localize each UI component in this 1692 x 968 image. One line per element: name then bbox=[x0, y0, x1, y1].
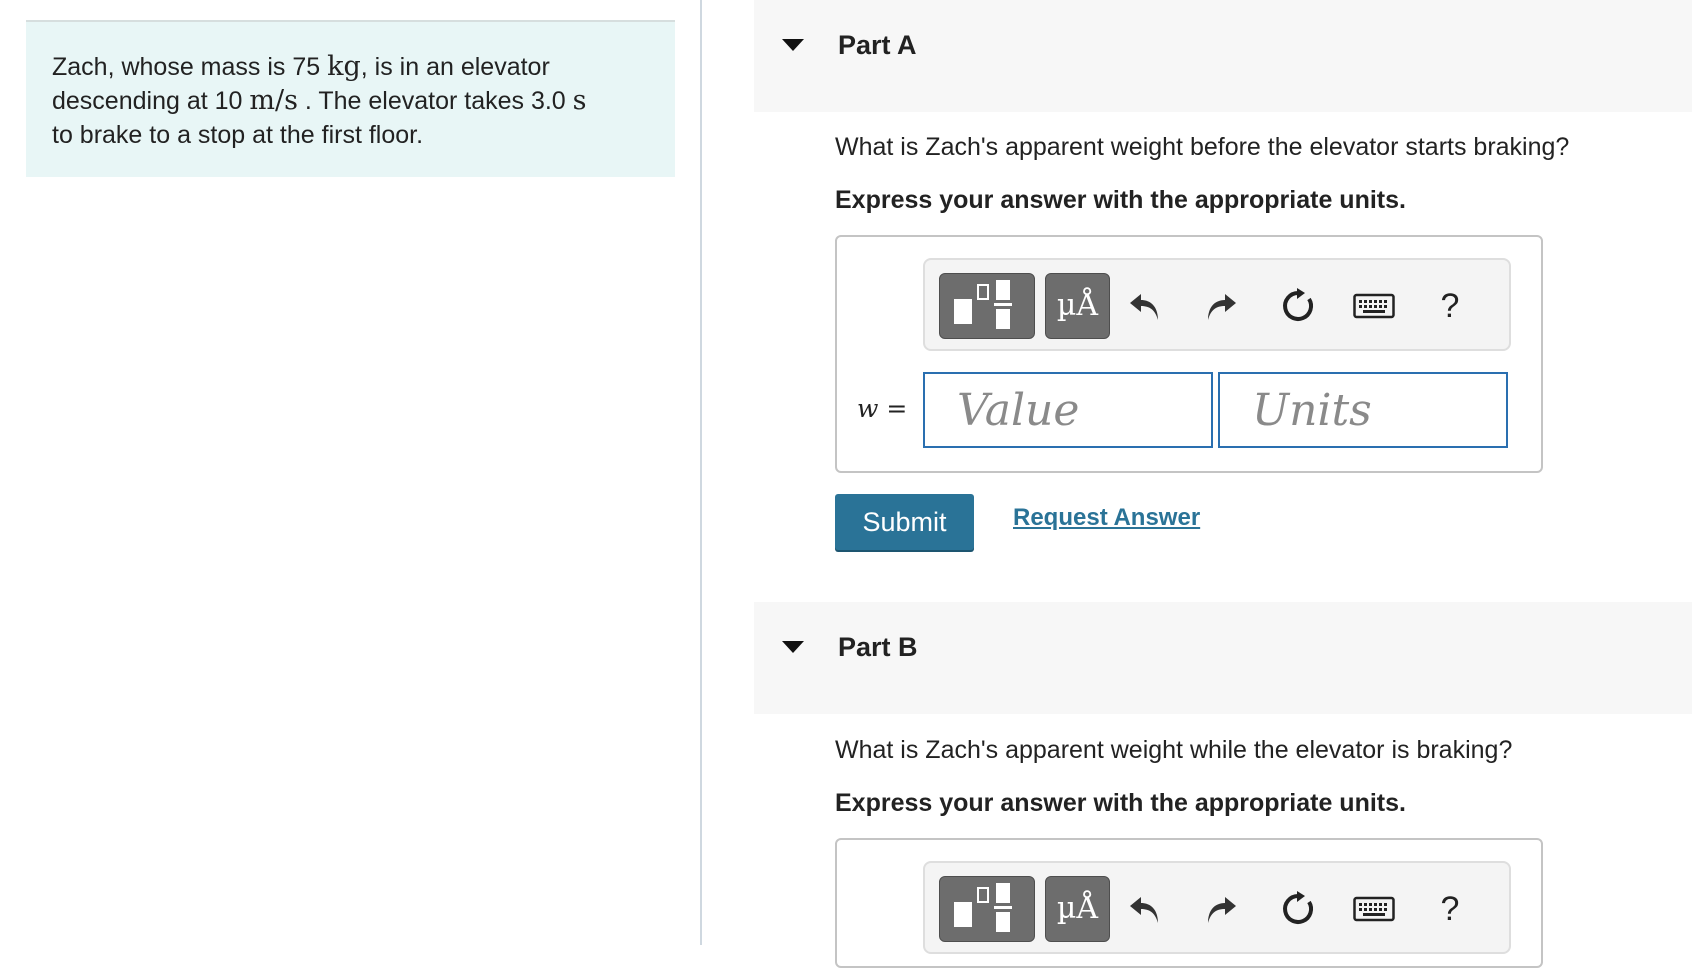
part-a-question: What is Zach's apparent weight before th… bbox=[835, 133, 1570, 161]
problem-text: to brake to a stop at the first floor. bbox=[52, 121, 424, 149]
request-answer-link[interactable]: Request Answer bbox=[1013, 504, 1200, 532]
part-a-title: Part A bbox=[838, 30, 917, 60]
undo-icon bbox=[1130, 897, 1158, 923]
units-icon: µÅ bbox=[1056, 288, 1099, 323]
help-icon: ? bbox=[1440, 889, 1460, 928]
problem-statement: Zach, whose mass is 75 kg, is in an elev… bbox=[26, 20, 675, 177]
help-icon: ? bbox=[1440, 286, 1460, 325]
unit-s: s bbox=[572, 85, 587, 116]
units-button[interactable]: µÅ bbox=[1045, 876, 1110, 942]
math-toolbar: µÅ ? bbox=[923, 258, 1511, 351]
problem-panel: Zach, whose mass is 75 kg, is in an elev… bbox=[0, 0, 700, 945]
templates-button[interactable] bbox=[939, 273, 1035, 339]
part-b-title: Part B bbox=[838, 632, 918, 662]
help-button[interactable]: ? bbox=[1420, 876, 1480, 942]
units-input[interactable] bbox=[1218, 372, 1508, 448]
problem-text: Zach, whose mass is 75 bbox=[52, 53, 321, 81]
value-input[interactable] bbox=[923, 372, 1213, 448]
reset-button[interactable] bbox=[1268, 273, 1328, 339]
reset-icon bbox=[1283, 891, 1313, 924]
problem-text: descending at 10 bbox=[52, 87, 243, 115]
undo-button[interactable] bbox=[1115, 273, 1175, 339]
part-b-answer-box: µÅ ? bbox=[835, 838, 1543, 968]
part-b-question: What is Zach's apparent weight while the… bbox=[835, 736, 1513, 764]
part-b-header[interactable]: Part B bbox=[754, 602, 1692, 714]
reset-icon bbox=[1283, 288, 1313, 321]
help-button[interactable]: ? bbox=[1420, 273, 1480, 339]
undo-button[interactable] bbox=[1115, 876, 1175, 942]
reset-button[interactable] bbox=[1268, 876, 1328, 942]
redo-button[interactable] bbox=[1191, 876, 1251, 942]
unit-mps: m/s bbox=[249, 85, 298, 116]
problem-text: . The elevator takes 3.0 bbox=[304, 87, 566, 115]
redo-icon bbox=[1208, 897, 1236, 923]
keyboard-icon bbox=[1353, 896, 1395, 922]
part-a-answer-box: µÅ ? w = Value Units bbox=[835, 235, 1543, 473]
caret-down-icon[interactable] bbox=[782, 641, 804, 653]
part-b-instruction: Express your answer with the appropriate… bbox=[835, 789, 1406, 817]
keyboard-button[interactable] bbox=[1344, 273, 1404, 339]
keyboard-button[interactable] bbox=[1344, 876, 1404, 942]
templates-icon bbox=[954, 883, 1012, 932]
panel-divider bbox=[700, 0, 702, 945]
math-toolbar: µÅ ? bbox=[923, 861, 1511, 954]
caret-down-icon[interactable] bbox=[782, 39, 804, 51]
undo-icon bbox=[1130, 294, 1158, 320]
keyboard-icon bbox=[1353, 293, 1395, 319]
templates-icon bbox=[954, 280, 1012, 329]
submit-button[interactable]: Submit bbox=[835, 494, 974, 550]
part-a-header[interactable]: Part A bbox=[754, 0, 1692, 112]
redo-button[interactable] bbox=[1191, 273, 1251, 339]
units-icon: µÅ bbox=[1056, 891, 1099, 926]
problem-text: , is in an elevator bbox=[360, 53, 550, 81]
templates-button[interactable] bbox=[939, 876, 1035, 942]
unit-kg: kg bbox=[327, 51, 361, 82]
redo-icon bbox=[1208, 294, 1236, 320]
units-button[interactable]: µÅ bbox=[1045, 273, 1110, 339]
variable-label: w = bbox=[857, 394, 908, 423]
part-a-instruction: Express your answer with the appropriate… bbox=[835, 186, 1406, 214]
